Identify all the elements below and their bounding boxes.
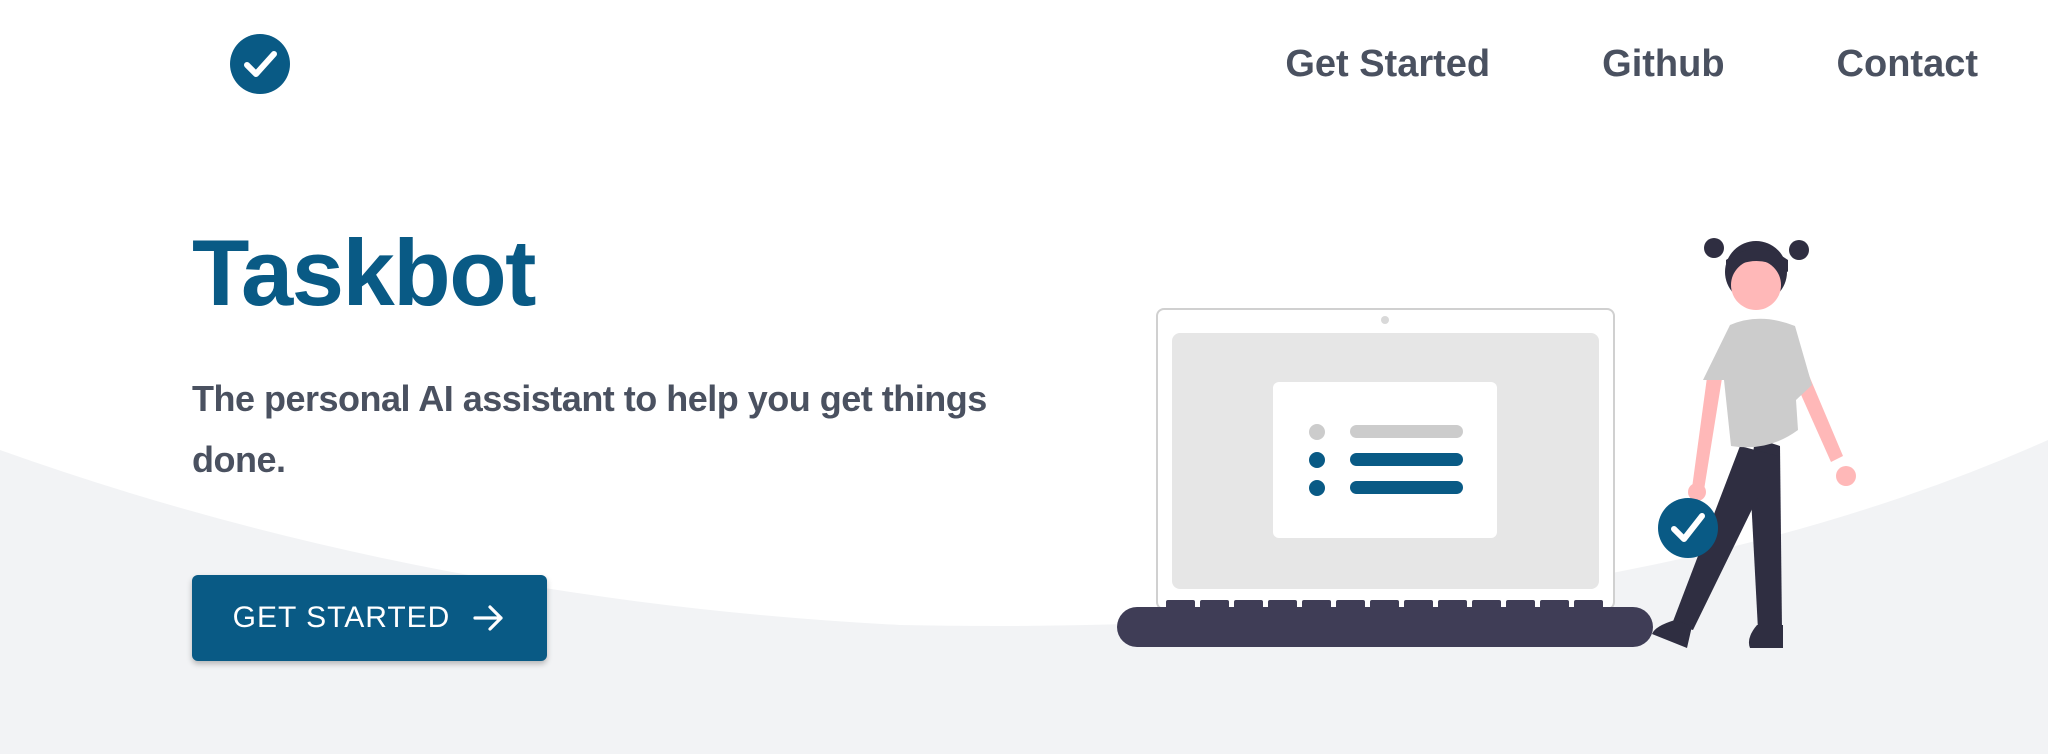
main-nav: Get Started Github Contact: [1285, 38, 1978, 90]
get-started-button-label: GET STARTED: [232, 601, 451, 634]
hero-section: Taskbot The personal AI assistant to hel…: [192, 218, 1072, 490]
nav-link-get-started[interactable]: Get Started: [1285, 38, 1490, 90]
check-badge-illustration: [1658, 498, 1718, 558]
check-circle-icon: [230, 34, 290, 94]
hero-title: Taskbot: [192, 220, 536, 325]
arrow-right-icon: [473, 605, 503, 631]
landing-page: Get Started Github Contact Taskbot The p…: [0, 0, 2048, 754]
nav-link-github[interactable]: Github: [1602, 38, 1724, 90]
laptop-illustration: [1117, 308, 1653, 647]
nav-link-contact[interactable]: Contact: [1837, 38, 1978, 90]
hero-subtitle: The personal AI assistant to help you ge…: [192, 378, 987, 480]
site-header: Get Started Github Contact: [0, 0, 2048, 130]
person-illustration: [1652, 238, 1856, 648]
hero-illustration: [1117, 238, 1856, 648]
logo[interactable]: [230, 34, 290, 94]
get-started-button[interactable]: GET STARTED: [192, 575, 547, 661]
